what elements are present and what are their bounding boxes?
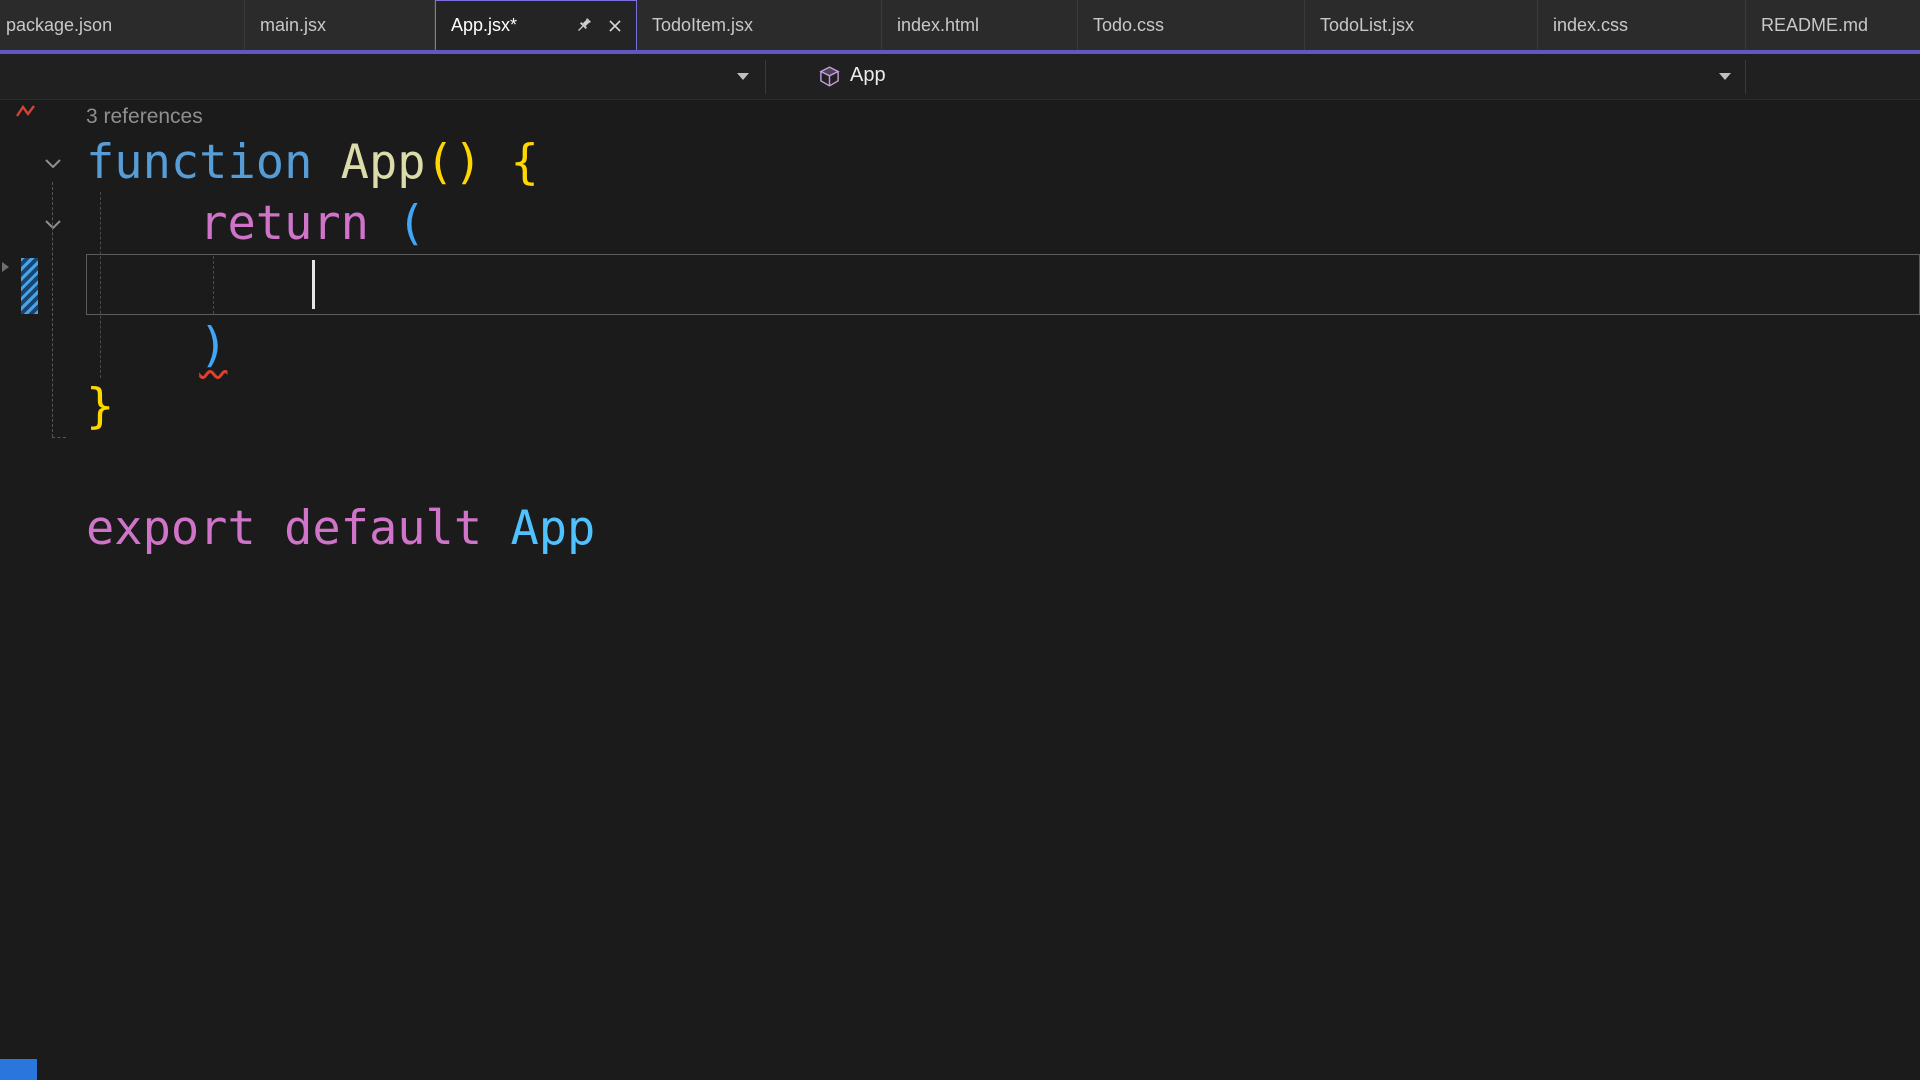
tab-label: TodoItem.jsx — [652, 14, 754, 35]
tab-index-html[interactable]: index.html — [882, 0, 1078, 50]
member-dropdown-label: App — [850, 64, 886, 86]
code-token: } — [86, 379, 115, 434]
type-dropdown[interactable] — [0, 54, 765, 99]
error-margin-mark-icon — [16, 104, 35, 117]
tab-label: main.jsx — [260, 14, 327, 35]
changed-line-marker — [21, 258, 38, 314]
code-token: default — [284, 501, 483, 556]
document-tab-bar: package.json main.jsx App.jsx* TodoItem.jsx… — [0, 0, 1920, 50]
tab-label: package.json — [6, 14, 113, 35]
code-line-2[interactable]: return ( — [86, 193, 426, 254]
codelens-references[interactable]: 3 references — [86, 105, 203, 129]
fold-chevron-icon[interactable] — [44, 219, 62, 230]
code-token: ( — [397, 196, 426, 251]
chevron-down-icon — [737, 73, 749, 80]
tab-label: README.md — [1761, 14, 1869, 35]
pin-icon[interactable] — [574, 16, 593, 35]
tab-readme-md[interactable]: README.md — [1746, 0, 1920, 50]
tab-todo-css[interactable]: Todo.css — [1078, 0, 1305, 50]
tab-label: index.css — [1553, 14, 1629, 35]
code-token: return — [199, 196, 369, 251]
code-line-1[interactable]: function App() { — [86, 132, 539, 193]
outline-guide-line — [52, 182, 53, 437]
fold-chevron-icon[interactable] — [44, 158, 62, 169]
tab-package-json[interactable]: package.json — [0, 0, 245, 50]
code-token: function — [86, 135, 313, 190]
tab-label: App.jsx* — [451, 15, 518, 35]
margin-caret-icon — [2, 262, 9, 272]
code-token: App — [510, 501, 596, 556]
code-token: { — [510, 135, 539, 190]
current-line-highlight — [86, 254, 1920, 315]
structure-guide-line — [213, 256, 214, 314]
tab-label: Todo.css — [1093, 14, 1165, 35]
tab-todoitem-jsx[interactable]: TodoItem.jsx — [637, 0, 882, 50]
close-icon[interactable] — [606, 17, 624, 35]
navigation-bar: App — [0, 54, 1920, 100]
navbar-separator — [1745, 60, 1746, 94]
tab-todolist-jsx[interactable]: TodoList.jsx — [1305, 0, 1538, 50]
code-token: export — [86, 501, 256, 556]
tab-app-jsx[interactable]: App.jsx* — [435, 0, 637, 50]
code-token: App — [340, 135, 426, 190]
status-bar-corner — [0, 1059, 37, 1080]
code-token: () — [425, 135, 483, 190]
code-line-7[interactable]: export default App — [86, 498, 595, 559]
code-line-5[interactable]: } — [86, 376, 114, 437]
code-line-4[interactable]: ) — [86, 315, 227, 376]
tab-main-jsx[interactable]: main.jsx — [245, 0, 435, 50]
outline-guide-foot — [52, 437, 66, 438]
ide-window: package.json main.jsx App.jsx* TodoItem.jsx… — [0, 0, 1920, 1080]
chevron-down-icon — [1719, 73, 1731, 80]
tab-label: TodoList.jsx — [1320, 14, 1415, 35]
member-dropdown[interactable]: App — [766, 54, 1745, 99]
error-token: ) — [199, 318, 228, 373]
tab-label: index.html — [897, 14, 980, 35]
tab-index-css[interactable]: index.css — [1538, 0, 1746, 50]
class-cube-icon — [819, 66, 840, 87]
text-cursor — [312, 260, 316, 309]
